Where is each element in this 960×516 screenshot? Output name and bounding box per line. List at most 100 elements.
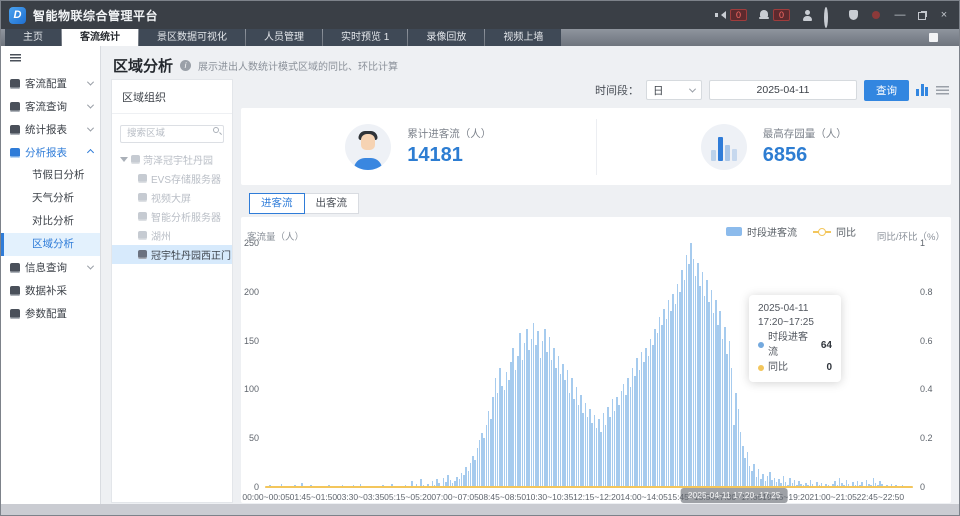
main-tabstrip: 主页 客流统计 景区数据可视化 人员管理 实时预览 1 录像回放 视频上墙 (1, 29, 959, 46)
flow-config-icon (10, 79, 20, 89)
security-shield-icon[interactable] (847, 9, 859, 21)
area-search-input[interactable] (120, 125, 224, 143)
search-icon (213, 127, 219, 133)
axis-tick-label: 07:00~07:05 (431, 492, 479, 502)
device-node-icon (138, 193, 147, 202)
page-description: 展示进出人数统计模式区域的同比、环比计算 (198, 58, 398, 73)
tab-video-playback[interactable]: 录像回放 (408, 29, 484, 46)
tab-scenic-data-visualization[interactable]: 景区数据可视化 (139, 29, 245, 46)
chart-view-icon[interactable] (916, 84, 929, 96)
sidebar-item-parameter-config[interactable]: 参数配置 (1, 302, 100, 325)
tree-root-node[interactable]: 菏泽冠宇牡丹园 (112, 150, 232, 169)
stat-value: 14181 (407, 144, 491, 167)
tooltip-time-range: 17:20~17:25 (758, 316, 832, 330)
time-period-label: 时间段： (595, 82, 639, 98)
audio-alert-badge: 0 (730, 9, 747, 21)
sidebar-item-stat-reports[interactable]: 统计报表 (1, 118, 100, 141)
sidebar-collapse-icon[interactable] (10, 54, 21, 62)
bar-chart-icon (701, 124, 747, 170)
site-node-icon (131, 155, 140, 164)
sidebar-subitem-comparison-analysis[interactable]: 对比分析 (1, 210, 100, 233)
app-title: 智能物联综合管理平台 (33, 7, 158, 24)
sidebar-subitem-area-analysis[interactable]: 区域分析 (1, 233, 100, 256)
period-select[interactable]: 日 (646, 80, 702, 100)
sidebar-nav: 客流配置 客流查询 统计报表 分析报表 节假日分析 天气分析 对比分析 区域分析… (1, 46, 101, 504)
tab-video-wall[interactable]: 视频上墙 (485, 29, 561, 46)
stat-label: 累计进客流（人） (407, 126, 491, 141)
stats-panel: 累计进客流（人） 14181 最高存园量（人） 6856 (241, 108, 951, 185)
chevron-down-icon (87, 125, 94, 132)
axis-tick-label: 0.4 (920, 384, 933, 394)
page-title: 区域分析 (113, 55, 173, 76)
legend-item-inflow[interactable]: 时段进客流 (726, 224, 797, 239)
speaker-icon (715, 9, 727, 21)
tree-node-analysis-server[interactable]: 智能分析服务器 (112, 207, 232, 226)
axis-tick-label: 250 (244, 238, 259, 248)
stat-value: 6856 (763, 144, 847, 167)
axis-tick-label: 08:45~08:50 (479, 492, 527, 502)
chart-plot-area[interactable]: 2025-04-11 17:20~17:25 2025-04-11 17:20~… (265, 243, 913, 488)
query-button[interactable]: 查询 (864, 80, 909, 101)
chevron-up-icon (87, 149, 94, 156)
info-query-icon (10, 263, 20, 273)
axis-tick-label: 0.2 (920, 433, 933, 443)
data-recollection-icon (10, 286, 20, 296)
area-tree-panel: 区域组织 菏泽冠宇牡丹园 EVS存储服务器 视频大屏 (111, 79, 233, 503)
record-status-icon[interactable] (870, 9, 882, 21)
chart-tooltip: 2025-04-11 17:20~17:25 时段进客流 64 同比 0 (749, 295, 841, 382)
chevron-down-icon (689, 85, 696, 92)
info-icon: i (180, 60, 191, 71)
sidebar-item-flow-config[interactable]: 客流配置 (1, 72, 100, 95)
alarm-alert-group[interactable]: 0 (758, 9, 790, 21)
tree-panel-title: 区域组织 (112, 80, 232, 114)
tab-scroll-button[interactable] (929, 33, 938, 42)
stat-max-occupancy: 最高存园量（人） 6856 (597, 124, 952, 170)
tree-node-huzhou[interactable]: 湖州 (112, 226, 232, 245)
chevron-down-icon (87, 102, 94, 109)
close-button[interactable]: × (937, 9, 951, 21)
device-node-icon (138, 174, 147, 183)
stat-cumulative-inflow: 累计进客流（人） 14181 (241, 124, 596, 170)
flow-query-icon (10, 102, 20, 112)
legend-line-swatch (813, 231, 831, 233)
legend-item-yoy[interactable]: 同比 (813, 224, 856, 239)
tab-home[interactable]: 主页 (5, 29, 61, 46)
tree-expand-icon[interactable] (120, 157, 128, 162)
axis-tick-label: 0 (920, 482, 925, 492)
flow-chart-panel: 时段进客流 同比 客流量（人） 同比/环比（%） 2025-04-11 17:2… (241, 217, 951, 503)
chevron-down-icon (87, 79, 94, 86)
user-icon[interactable] (801, 9, 813, 21)
list-view-icon[interactable] (936, 86, 949, 95)
axis-tick-label: 21:00~21:05 (809, 492, 857, 502)
sidebar-item-flow-query[interactable]: 客流查询 (1, 95, 100, 118)
tab-personnel-management[interactable]: 人员管理 (246, 29, 322, 46)
tree-node-evs-server[interactable]: EVS存储服务器 (112, 169, 232, 188)
sidebar-item-info-query[interactable]: 信息查询 (1, 256, 100, 279)
minimize-button[interactable]: — (893, 9, 907, 21)
tooltip-row-yoy: 同比 0 (758, 360, 832, 375)
window-titlebar: D 智能物联综合管理平台 0 0 — × (1, 1, 959, 29)
sidebar-item-analysis-reports[interactable]: 分析报表 (1, 141, 100, 164)
restore-button[interactable] (918, 12, 926, 20)
axis-tick-label: 05:15~05:20 (384, 492, 432, 502)
tab-passenger-flow-stats[interactable]: 客流统计 (62, 29, 138, 46)
axis-tick-label: 14:00~14:05 (620, 492, 668, 502)
sidebar-subitem-holiday-analysis[interactable]: 节假日分析 (1, 164, 100, 187)
sidebar-item-data-recollection[interactable]: 数据补采 (1, 279, 100, 302)
right-axis-title: 同比/环比（%） (877, 229, 945, 243)
tab-live-preview[interactable]: 实时预览 1 (323, 29, 407, 46)
tree-node-video-wall[interactable]: 视频大屏 (112, 188, 232, 207)
tree-node-west-gate[interactable]: 冠宇牡丹园西正门 (112, 245, 232, 264)
settings-gear-icon[interactable] (824, 7, 828, 28)
audio-alert-group[interactable]: 0 (715, 9, 747, 21)
axis-tick-label: 100 (244, 384, 259, 394)
date-input[interactable] (709, 80, 857, 100)
axis-tick-label: 200 (244, 287, 259, 297)
stat-label: 最高存园量（人） (763, 126, 847, 141)
axis-tick-label: 01:45~01:50 (290, 492, 338, 502)
app-logo-icon: D (9, 7, 26, 24)
sidebar-subitem-weather-analysis[interactable]: 天气分析 (1, 187, 100, 210)
tab-outflow[interactable]: 出客流 (304, 193, 360, 214)
tab-inflow[interactable]: 进客流 (249, 193, 305, 214)
axis-tick-label: 00:00~00:05 (242, 492, 290, 502)
